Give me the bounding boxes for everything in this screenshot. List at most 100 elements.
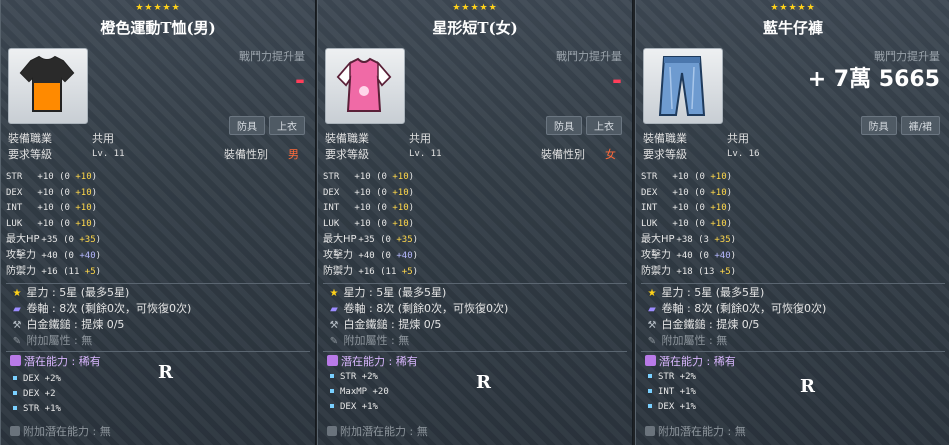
starforce-row: ★ 星力 : 5星 (最多5星) [646, 285, 765, 301]
potential-line: DEX +2 [13, 387, 61, 402]
stat-row: STR +10 (0 +10) [323, 172, 415, 182]
additional-potential-row: 附加潛在能力 : 無 [645, 424, 746, 440]
hammer-row: ⚒ 白金鐵鎚 : 提煉 0/5 [328, 317, 442, 333]
job-value: 共用 [92, 132, 114, 145]
divider [323, 283, 627, 284]
attr-row: ✎ 附加屬性 : 無 [646, 333, 727, 349]
job-label: 裝備職業 [8, 132, 52, 145]
scroll-row: ▰ 卷軸 : 8次 (剩餘0次，可恢復0次) [328, 301, 508, 317]
potential-rank-letter: R [800, 376, 815, 397]
stat-row: INT +10 (0 +10) [323, 203, 415, 214]
gender-value: 男 [288, 148, 299, 161]
potential-rank-letter: R [158, 362, 173, 383]
potential-line: DEX +1% [330, 400, 389, 415]
divider [6, 283, 310, 284]
star-icon: ★ [329, 288, 339, 299]
stat-row: DEX +10 (0 +10) [323, 187, 415, 198]
stat-row: 攻擊力 +40 (0 +40) [323, 249, 419, 261]
divider [6, 351, 310, 352]
additional-potential-icon [10, 426, 20, 436]
gender-label: 裝備性別 [224, 148, 268, 161]
power-label: 戰鬥力提升量 [874, 50, 940, 63]
item-tooltips: ★★★★★ 橙色運動T恤(男) 戰鬥力提升量 - 防具 上衣 裝備職業 共用 要… [0, 0, 949, 445]
feather-icon: ✎ [647, 336, 657, 347]
divider [323, 351, 627, 352]
job-row: 裝備職業 共用 [643, 131, 943, 146]
potential-line: DEX +1% [648, 400, 696, 415]
starforce-row: ★ 星力 : 5星 (最多5星) [328, 285, 447, 301]
stat-list: STR +10 (0 +10) DEX +10 (0 +10) INT +10 … [641, 170, 736, 279]
attr-row: ✎ 附加屬性 : 無 [328, 333, 409, 349]
stat-row: STR +10 (0 +10) [641, 172, 733, 182]
hammer-icon: ⚒ [329, 320, 339, 331]
additional-potential-row: 附加潛在能力 : 無 [327, 424, 428, 440]
level-row: 要求等級 Lv. 11 裝備性別 女 [325, 147, 625, 162]
job-value: 共用 [409, 132, 431, 145]
gender-label: 裝備性別 [541, 148, 585, 161]
level-row: 要求等級 Lv. 11 裝備性別 男 [8, 147, 308, 162]
potential-line: MaxMP +20 [330, 385, 389, 400]
stat-row: 最大HP +35 (0 +35) [6, 234, 102, 246]
attr-row: ✎ 附加屬性 : 無 [11, 333, 92, 349]
stat-row: 最大HP +38 (3 +35) [641, 234, 737, 246]
potential-header: 潛在能力 : 稀有 [645, 354, 736, 370]
potential-rank-letter: R [476, 372, 491, 393]
potential-lines: STR +2% MaxMP +20 DEX +1% [330, 370, 389, 415]
power-value: - [295, 66, 305, 94]
potential-rank-icon [645, 355, 656, 366]
stat-list: STR +10 (0 +10) DEX +10 (0 +10) INT +10 … [6, 170, 101, 279]
job-label: 裝備職業 [325, 132, 369, 145]
scroll-icon: ▰ [648, 304, 656, 315]
level-label: 要求等級 [325, 148, 369, 161]
level-label: 要求等級 [8, 148, 52, 161]
star-rating: ★★★★★ [770, 3, 816, 13]
item-tooltip-card: ★★★★★ 藍牛仔褲 戰鬥力提升量 + 7萬 5665 防具 褲/裙 裝備職業 … [635, 0, 949, 445]
job-row: 裝備職業 共用 [8, 131, 308, 146]
potential-rank-icon [10, 355, 21, 366]
blue-jeans-icon [658, 56, 706, 116]
potential-line: STR +2% [648, 370, 696, 385]
additional-potential-icon [645, 426, 655, 436]
item-icon-frame [8, 48, 88, 124]
stat-row: DEX +10 (0 +10) [6, 187, 98, 198]
stat-row: INT +10 (0 +10) [6, 203, 98, 214]
potential-header: 潛在能力 : 稀有 [327, 354, 418, 370]
potential-lines: DEX +2% DEX +2 STR +1% [13, 372, 61, 417]
item-name: 橙色運動T恤(男) [100, 19, 216, 37]
stat-row: LUK +10 (0 +10) [323, 218, 415, 229]
level-value: Lv. 11 [409, 149, 442, 159]
hammer-icon: ⚒ [12, 320, 22, 331]
power-value: - [612, 66, 622, 94]
scroll-row: ▰ 卷軸 : 8次 (剩餘0次，可恢復0次) [646, 301, 826, 317]
scroll-icon: ▰ [13, 304, 21, 315]
potential-line: STR +2% [330, 370, 389, 385]
stat-row: 最大HP +35 (0 +35) [323, 234, 419, 246]
potential-lines: STR +2% INT +1% DEX +1% [648, 370, 696, 415]
scroll-icon: ▰ [330, 304, 338, 315]
pink-shirt-icon [336, 57, 392, 112]
star-icon: ★ [647, 288, 657, 299]
feather-icon: ✎ [12, 336, 22, 347]
power-label: 戰鬥力提升量 [239, 50, 305, 63]
gender-value: 女 [605, 148, 616, 161]
job-value: 共用 [727, 132, 749, 145]
stat-row: 防禦力 +16 (11 +5) [6, 265, 102, 277]
item-tooltip-card: ★★★★★ 橙色運動T恤(男) 戰鬥力提升量 - 防具 上衣 裝備職業 共用 要… [0, 0, 316, 445]
starforce-row: ★ 星力 : 5星 (最多5星) [11, 285, 130, 301]
scroll-row: ▰ 卷軸 : 8次 (剩餘0次，可恢復0次) [11, 301, 191, 317]
stat-row: DEX +10 (0 +10) [641, 187, 733, 198]
item-icon-frame [325, 48, 405, 124]
level-value: Lv. 11 [92, 149, 125, 159]
stat-row: LUK +10 (0 +10) [641, 218, 733, 229]
stat-list: STR +10 (0 +10) DEX +10 (0 +10) INT +10 … [323, 170, 418, 279]
hammer-row: ⚒ 白金鐵鎚 : 提煉 0/5 [11, 317, 125, 333]
level-row: 要求等級 Lv. 16 [643, 147, 943, 162]
item-name: 星形短T(女) [432, 19, 518, 37]
stat-row: 防禦力 +16 (11 +5) [323, 265, 419, 277]
stat-row: LUK +10 (0 +10) [6, 218, 98, 229]
additional-potential-row: 附加潛在能力 : 無 [10, 424, 111, 440]
additional-potential-icon [327, 426, 337, 436]
stat-row: INT +10 (0 +10) [641, 203, 733, 214]
potential-header: 潛在能力 : 稀有 [10, 354, 101, 370]
star-icon: ★ [12, 288, 22, 299]
